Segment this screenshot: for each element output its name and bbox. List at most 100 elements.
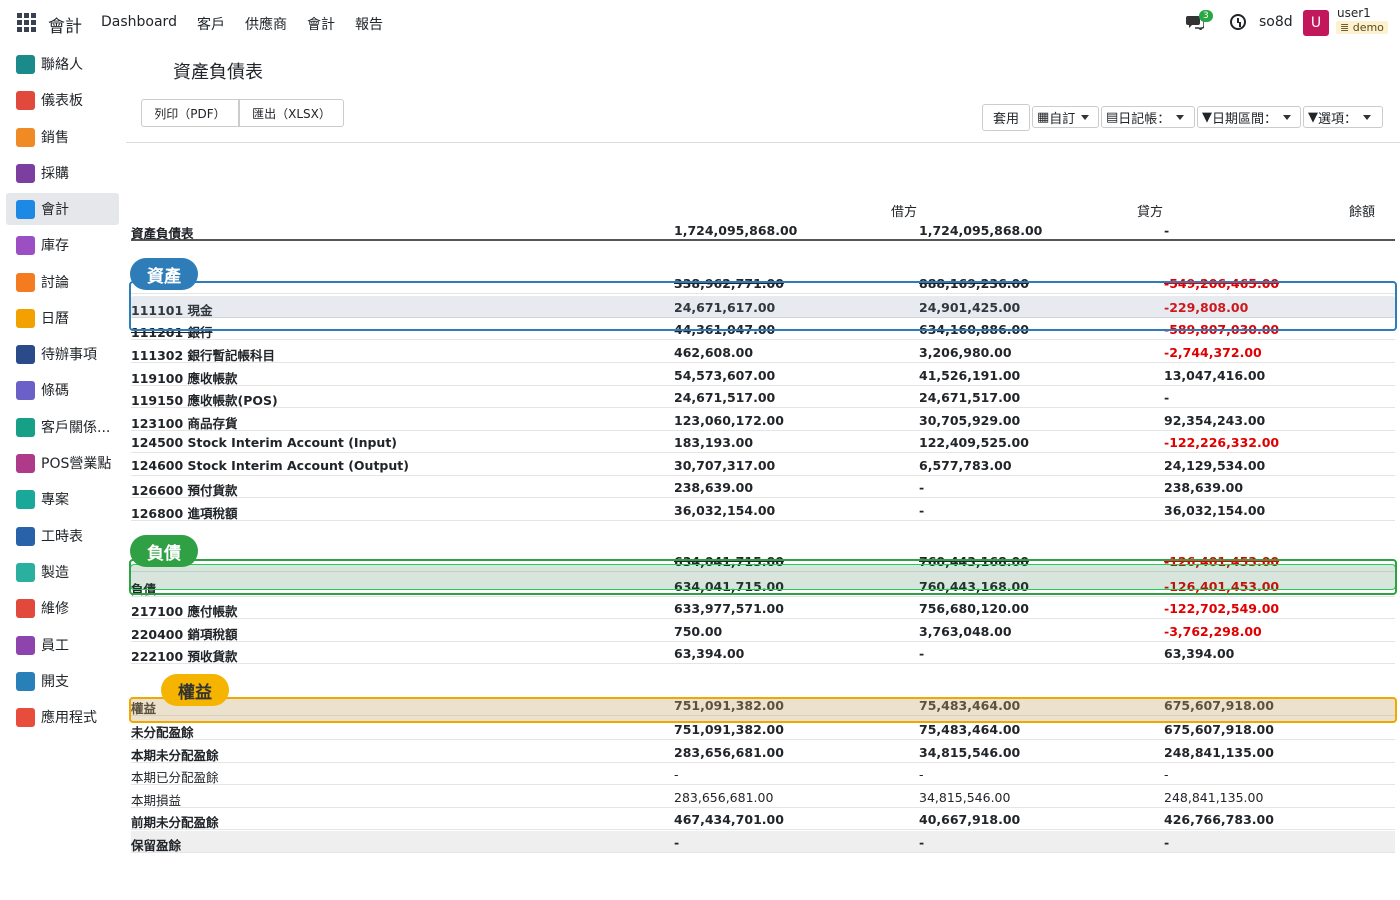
sidebar-item[interactable]: 會計 [6,193,119,225]
table-row[interactable]: 本期損益 283,656,681.00 34,815,546.00 248,841,1… [131,786,1395,808]
app-brand[interactable]: 會計 [48,12,82,37]
debit-cell: 36,032,154.00 [674,503,776,518]
sidebar-item[interactable]: 條碼 [6,374,119,406]
sidebar-item[interactable]: 庫存 [6,229,119,261]
table-row[interactable]: 220400 銷項稅額 750.00 3,763,048.00 -3,762,298.… [131,620,1395,642]
menu-item-customers[interactable]: 客戶 [197,14,225,34]
debit-cell: 634,041,715.00 [674,554,784,569]
table-row[interactable]: 119100 應收帳款 54,573,607.00 41,526,191.00 13,… [131,364,1395,386]
user-name[interactable]: user1 [1337,6,1371,20]
menu-item-reporting[interactable]: 報告 [355,14,383,34]
filter-label: 日記帳： [1118,111,1171,127]
menu-item-vendors[interactable]: 供應商 [245,14,287,34]
account-name-cell: 111302 銀行暫記帳科目 [131,348,276,363]
table-row[interactable]: 111101 現金 24,671,617.00 24,901,425.00 -229,… [131,296,1395,318]
sidebar-item-label: 聯絡人 [41,57,83,73]
sidebar-item[interactable]: 採購 [6,157,119,189]
table-row[interactable]: 124500 Stock Interim Account (Input) 183,… [131,431,1395,453]
credit-cell: 41,526,191.00 [919,368,1021,383]
equity-tag: 權益 [161,674,229,706]
sidebar-item[interactable]: 工時表 [6,520,119,552]
app-icon [16,272,35,292]
debit-cell: 633,977,571.00 [674,601,784,616]
table-row[interactable]: 222100 預收貨款 63,394.00 - 63,394.00 [131,642,1395,664]
sidebar-item-label: 專案 [41,492,69,508]
table-row[interactable]: 負債 634,041,715.00 760,443,168.00 -126,401,4… [131,575,1395,597]
sidebar-item[interactable]: 維修 [6,592,119,624]
credit-cell: - [919,503,925,518]
sidebar-item[interactable]: 日曆 [6,302,119,334]
account-name-cell: 220400 銷項稅額 [131,627,238,642]
sidebar-item-label: 應用程式 [41,710,97,726]
account-name-cell: 資產負債表 [131,226,194,241]
sidebar-item[interactable]: 專案 [6,483,119,515]
table-row[interactable]: 119150 應收帳款(POS) 24,671,517.00 24,671,517.… [131,386,1395,408]
credit-cell: - [919,480,925,495]
sidebar-item[interactable]: 待辦事項 [6,338,119,370]
sidebar-item[interactable]: 儀表板 [6,84,119,116]
balance-cell: -122,702,549.00 [1164,601,1280,616]
table-row[interactable]: 未分配盈餘 751,091,382.00 75,483,464.00 675,607,… [131,718,1395,740]
apply-button[interactable]: 套用 [982,104,1030,131]
app-icon [16,199,35,219]
sidebar-item[interactable]: 聯絡人 [6,48,119,80]
table-row[interactable]: 權益 751,091,382.00 75,483,464.00 675,607,918… [131,694,1395,716]
balance-cell: 13,047,416.00 [1164,368,1266,383]
table-row[interactable]: 前期未分配盈餘 467,434,701.00 40,667,918.00 426,76… [131,808,1395,830]
sidebar-item-label: POS營業點 [41,456,112,472]
sidebar-item[interactable]: 討論 [6,266,119,298]
table-row[interactable]: 338,962,771.00 888,169,236.00 -549,206,465… [131,272,1395,294]
app-icon [16,235,35,255]
credit-cell: 634,160,886.00 [919,322,1029,337]
balance-cell: -589,807,030.00 [1164,322,1280,337]
sidebar-item-label: 庫存 [41,238,69,254]
journal-filter-dropdown[interactable]: ▤ 日記帳： [1101,106,1195,128]
sidebar-item-label: 製造 [41,565,69,581]
credit-cell: 34,815,546.00 [919,745,1021,760]
debit-cell: 462,608.00 [674,345,754,360]
app-icon [16,598,35,618]
table-row[interactable]: 126800 進項稅額 36,032,154.00 - 36,032,154.00 [131,499,1395,521]
sidebar-item[interactable]: POS營業點 [6,447,119,479]
sidebar-item[interactable]: 客戶關係... [6,411,119,443]
table-row[interactable]: 保留盈餘 - - - [131,831,1395,853]
company-switcher[interactable]: so8d [1259,14,1293,30]
app-icon [16,308,35,328]
account-name-cell: 111101 現金 [131,303,213,318]
table-row[interactable]: 126600 預付貨款 238,639.00 - 238,639.00 [131,476,1395,498]
sidebar-item[interactable]: 應用程式 [6,701,119,733]
debit-cell: 63,394.00 [674,646,745,661]
table-row[interactable]: 資產負債表 1,724,095,868.00 1,724,095,868.00 - [131,219,1395,241]
table-row[interactable]: 634,041,715.00 760,443,168.00 -126,401,453… [131,550,1395,572]
print-pdf-button[interactable]: 列印（PDF） [141,99,239,127]
account-name-cell: 123100 商品存貨 [131,416,238,431]
export-xlsx-button[interactable]: 匯出（XLSX） [239,99,344,127]
app-grid-icon[interactable] [17,13,36,32]
filter-label: 自訂 [1049,111,1076,127]
activity-clock-icon[interactable] [1230,14,1246,30]
database-name: demo [1352,21,1384,34]
menu-item-accounting[interactable]: 會計 [307,14,335,34]
sidebar-item[interactable]: 員工 [6,629,119,661]
custom-filter-dropdown[interactable]: ▦ 自訂 [1032,106,1099,128]
date-range-filter-dropdown[interactable]: ▼ 日期區間： [1197,106,1301,128]
table-row[interactable]: 111201 銀行 44,361,047.00 634,160,886.00 -589… [131,318,1395,340]
table-row[interactable]: 123100 商品存貨 123,060,172.00 30,705,929.00 92… [131,409,1395,431]
account-name-cell: 217100 應付帳款 [131,604,238,619]
table-row[interactable]: 本期未分配盈餘 283,656,681.00 34,815,546.00 248,84… [131,741,1395,763]
balance-cell: 248,841,135.00 [1164,790,1264,805]
sidebar-item[interactable]: 製造 [6,556,119,588]
debit-cell: - [674,767,679,782]
table-row[interactable]: 124600 Stock Interim Account (Output) 30,… [131,454,1395,476]
credit-cell: 6,577,783.00 [919,458,1012,473]
user-avatar[interactable]: U [1303,10,1329,36]
app-icon [16,707,35,727]
table-row[interactable]: 本期已分配盈餘 - - - [131,763,1395,785]
table-row[interactable]: 217100 應付帳款 633,977,571.00 756,680,120.00 -… [131,597,1395,619]
options-filter-dropdown[interactable]: ▼ 選項： [1303,106,1383,128]
menu-item-dashboard[interactable]: Dashboard [101,14,177,34]
debit-cell: 750.00 [674,624,723,639]
sidebar-item[interactable]: 銷售 [6,121,119,153]
table-row[interactable]: 111302 銀行暫記帳科目 462,608.00 3,206,980.00 -2,7… [131,341,1395,363]
sidebar-item[interactable]: 開支 [6,665,119,697]
